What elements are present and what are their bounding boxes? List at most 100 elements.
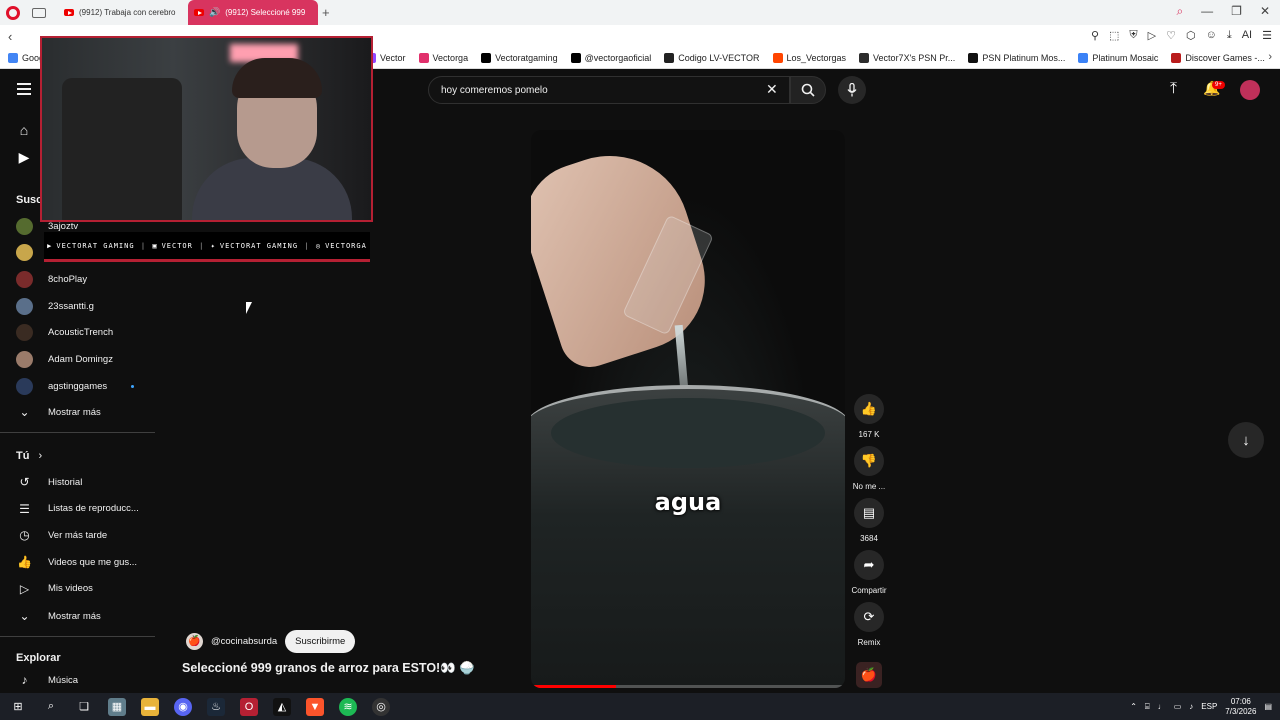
show-more-subscriptions[interactable]: ⌄ Mostrar más	[16, 400, 154, 424]
thumb-up-icon[interactable]: 👍	[854, 394, 884, 424]
brave-icon[interactable]: ▼	[306, 697, 324, 716]
sidebar-item[interactable]: ▷ Mis videos	[16, 577, 154, 601]
home-icon[interactable]: ⌂	[16, 122, 32, 138]
download-icon[interactable]: ⤓	[1227, 29, 1232, 42]
opera-gx-icon[interactable]: O	[240, 697, 258, 716]
next-short-button[interactable]: ↓	[1228, 422, 1264, 458]
mic-tray-icon[interactable]: ♩	[1158, 702, 1166, 711]
channel-avatar[interactable]: 🍎	[186, 633, 203, 650]
subscription-item[interactable]: AcousticTrench	[16, 321, 154, 345]
back-icon[interactable]: ‹	[8, 29, 12, 44]
like-action[interactable]: 👍 167 K	[849, 394, 889, 439]
sidebar-item[interactable]: ↺ Historial	[16, 470, 154, 494]
clock[interactable]: 07:06 7/3/2026	[1225, 697, 1256, 717]
guide-menu-icon[interactable]	[17, 83, 31, 98]
bookmark-item[interactable]: Vectorga	[418, 52, 468, 63]
speaker-icon[interactable]: 🔊	[209, 7, 220, 18]
discord-icon[interactable]: ◉	[174, 697, 192, 716]
subscribe-button[interactable]: Suscribirme	[285, 630, 356, 653]
dislike-action[interactable]: 👎 No me ...	[849, 446, 889, 491]
chevron-down-icon: ⌄	[19, 609, 30, 623]
maximize-icon[interactable]: ❐	[1231, 4, 1242, 19]
steam-icon[interactable]: ♨	[207, 697, 225, 716]
shield-icon[interactable]: ⛨	[1129, 29, 1137, 42]
shorts-icon[interactable]: ▶	[16, 149, 32, 165]
opera-logo-icon[interactable]	[6, 5, 20, 20]
channel-thumbnail[interactable]: 🍎	[856, 662, 882, 688]
monitor-icon[interactable]: ▭	[1174, 702, 1182, 711]
bookmark-item[interactable]: Los_Vectorgas	[772, 52, 846, 63]
you-heading[interactable]: Tú ›	[16, 450, 42, 462]
sidebar-item[interactable]: 👍 Videos que me gus...	[16, 550, 154, 574]
volume-icon[interactable]: ♪	[1189, 702, 1193, 711]
sidebar-item[interactable]: ♪ Música	[16, 668, 154, 692]
share-action[interactable]: ➦ Compartir	[849, 550, 889, 595]
bookmark-item[interactable]: Platinum Mosaic	[1078, 52, 1158, 63]
epic-icon[interactable]: ◭	[273, 697, 291, 716]
windows-start-icon[interactable]: ⊞	[9, 698, 27, 716]
extensions-icon[interactable]: ⬡	[1186, 29, 1196, 42]
subscription-item[interactable]: Adam Domingz	[16, 348, 154, 372]
remix-icon[interactable]: ⟳	[854, 602, 884, 632]
tab-search-icon[interactable]: ⌕	[1176, 4, 1183, 19]
notification-center-icon[interactable]: ▤	[1264, 702, 1272, 711]
share-icon[interactable]: ➦	[854, 550, 884, 580]
minimize-icon[interactable]: —	[1201, 4, 1213, 19]
window-controls: ⌕ — ❐ ✕	[1176, 4, 1270, 19]
tab-island-icon[interactable]	[32, 7, 46, 18]
show-more-you[interactable]: ⌄ Mostrar más	[16, 604, 154, 628]
pin-icon[interactable]: ⚲	[1091, 29, 1099, 42]
chevron-up-icon[interactable]: ⌃	[1130, 702, 1137, 711]
upload-icon[interactable]: ⤒	[1170, 80, 1177, 98]
voice-search-button[interactable]	[838, 76, 866, 104]
thumb-down-icon[interactable]: 👎	[854, 446, 884, 476]
browser-tab-2[interactable]: 🔊 (9912) Seleccioné 999	[188, 0, 318, 25]
short-title[interactable]: Seleccioné 999 granos de arroz para ESTO…	[182, 661, 475, 676]
heart-icon[interactable]: ♡	[1166, 29, 1176, 42]
search-icon[interactable]: ⌕	[42, 698, 60, 716]
bookmark-item[interactable]: Goog	[8, 52, 44, 63]
search-input[interactable]: hoy comeremos pomelo	[428, 76, 790, 104]
close-icon[interactable]: ✕	[1260, 4, 1270, 19]
app-icon[interactable]: ▦	[108, 697, 126, 716]
play-icon[interactable]: ▷	[1148, 29, 1156, 42]
bookmark-item[interactable]: Discover Games -...	[1171, 52, 1265, 63]
snapshot-icon[interactable]: ⬚	[1109, 29, 1119, 42]
file-explorer-icon[interactable]: ▬	[141, 697, 159, 716]
channel-avatar	[16, 270, 33, 288]
ai-icon[interactable]: AI	[1242, 29, 1252, 42]
new-tab-icon[interactable]: +	[322, 5, 330, 20]
subscription-label: 8choPlay	[48, 273, 88, 285]
subscription-item[interactable]: 8choPlay	[16, 267, 154, 291]
sidebar-item[interactable]: ◷ Ver más tarde	[16, 523, 154, 547]
network-icon[interactable]: ⌸	[1145, 702, 1150, 712]
bookmark-item[interactable]: Vectoratgaming	[481, 52, 558, 63]
clear-search-icon[interactable]: ✕	[766, 81, 778, 98]
sidebar-item-label: Listas de reproducc...	[48, 503, 139, 515]
account-avatar[interactable]	[1240, 80, 1260, 100]
spotify-icon[interactable]: ≋	[339, 697, 357, 716]
channel-name[interactable]: @cocinabsurda	[211, 636, 277, 647]
obs-icon[interactable]: ◎	[372, 697, 390, 716]
sidebar-item[interactable]: ☰ Listas de reproducc...	[16, 497, 154, 521]
bookmark-item[interactable]: Vector7X's PSN Pr...	[859, 52, 955, 63]
subscription-item[interactable]: 23ssantti.g	[16, 294, 154, 318]
bookmark-item[interactable]: @vectorgaoficial	[570, 52, 651, 63]
comments-action[interactable]: ▤ 3684	[849, 498, 889, 543]
search-button[interactable]	[790, 76, 826, 104]
subscription-item[interactable]: agstinggames	[16, 374, 154, 398]
bookmark-item[interactable]: Codigo LV-VECTOR	[664, 52, 760, 63]
menu-icon[interactable]: ☰	[1262, 29, 1272, 42]
bookmark-item[interactable]: PSN Platinum Mos...	[968, 52, 1065, 63]
subscriptions-heading[interactable]: Susc	[16, 194, 42, 206]
comment-icon[interactable]: ▤	[854, 498, 884, 528]
more-bookmarks-icon[interactable]: ›	[1268, 51, 1272, 63]
remix-action[interactable]: ⟳ Remix	[849, 602, 889, 647]
video-progress-bar[interactable]	[531, 685, 845, 688]
browser-tab-1[interactable]: (9912) Trabaja con cerebro	[58, 0, 188, 25]
language-indicator[interactable]: ESP	[1201, 702, 1217, 711]
social-link: ◎ VECTORGA	[316, 242, 367, 250]
task-view-icon[interactable]: ❏	[75, 698, 93, 716]
account-icon[interactable]: ☺	[1206, 29, 1217, 42]
shorts-video-player[interactable]: agua	[531, 130, 845, 688]
